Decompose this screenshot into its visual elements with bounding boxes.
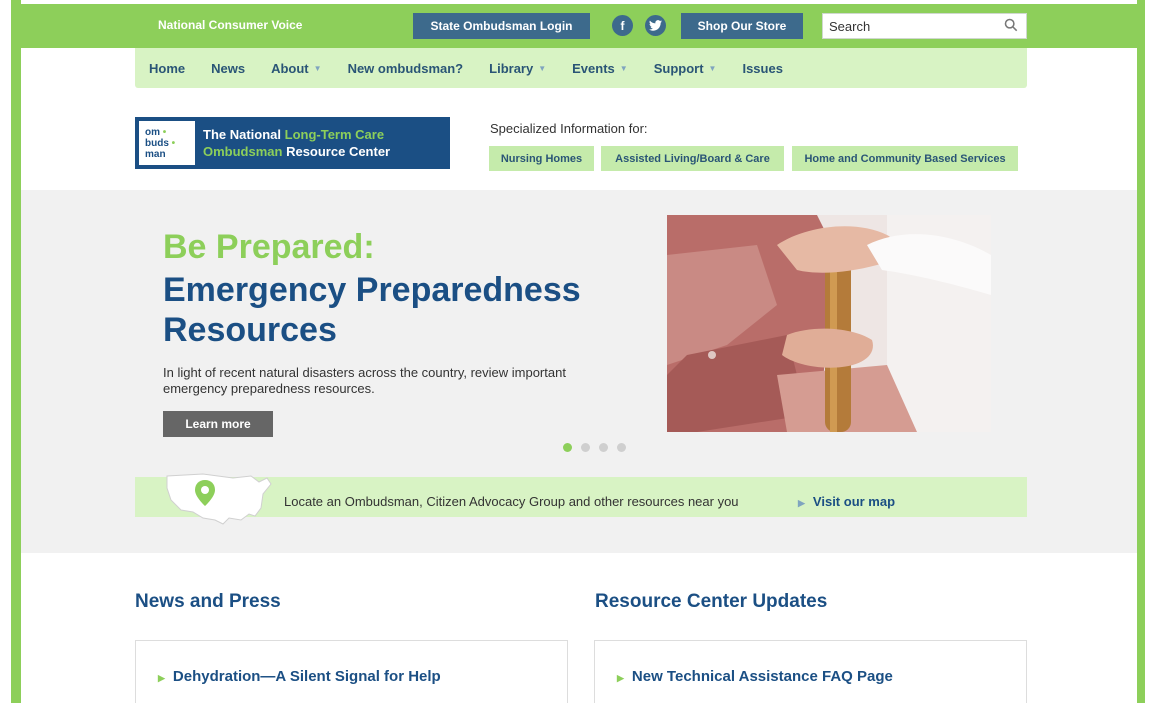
caret-down-icon: ▼ <box>538 63 547 73</box>
news-section-title: News and Press <box>135 591 281 612</box>
home-community-button[interactable]: Home and Community Based Services <box>792 146 1018 171</box>
map-band-text: Locate an Ombudsman, Citizen Advocacy Gr… <box>284 494 739 509</box>
nav-label: Home <box>149 60 186 76</box>
us-map-icon <box>166 473 272 525</box>
nav-new-ombudsman[interactable]: New ombudsman? <box>348 61 464 76</box>
visit-map-link[interactable]: ▶ Visit our map <box>798 494 895 509</box>
specialized-label: Specialized Information for: <box>490 121 648 136</box>
news-item-title: Dehydration—A Silent Signal for Help <box>172 668 441 685</box>
ombudsman-badge: om • buds • man <box>139 121 195 165</box>
hero-title-blue: Emergency Preparedness Resources <box>163 271 581 349</box>
nav-label: New ombudsman? <box>347 60 464 76</box>
carousel-dot-1[interactable] <box>563 443 572 452</box>
facebook-icon[interactable]: f <box>612 15 633 36</box>
hero-title-green: Be Prepared: <box>163 228 375 266</box>
hero-description: In light of recent natural disasters acr… <box>163 365 566 396</box>
frame-left-border <box>11 0 21 703</box>
learn-more-button[interactable]: Learn more <box>163 411 273 437</box>
logo-title: The National Long-Term Care Ombudsman Re… <box>203 126 390 160</box>
badge-text: om <box>145 126 160 138</box>
elderly-hands-cane-illustration <box>667 215 991 432</box>
carousel-dot-3[interactable] <box>599 443 608 452</box>
nav-label: News <box>211 60 246 76</box>
main-nav: Home News About ▼ New ombudsman? Library ▼… <box>135 48 1027 88</box>
assisted-living-button[interactable]: Assisted Living/Board & Care <box>601 146 784 171</box>
nav-support[interactable]: Support ▼ <box>654 61 717 76</box>
triangle-right-icon: ▶ <box>158 673 165 683</box>
nav-events[interactable]: Events ▼ <box>572 61 628 76</box>
nursing-homes-button[interactable]: Nursing Homes <box>489 146 594 171</box>
nav-home[interactable]: Home <box>149 61 185 76</box>
search-icon[interactable] <box>1004 18 1018 32</box>
caret-down-icon: ▼ <box>619 63 628 73</box>
nav-label: Library <box>489 60 534 76</box>
caret-down-icon: ▼ <box>708 63 717 73</box>
nav-label: About <box>271 60 309 76</box>
logo-text-green: Long-Term Care <box>284 127 385 142</box>
search-input[interactable] <box>823 18 993 34</box>
logo-text-white: The National <box>203 127 285 142</box>
triangle-right-icon: ▶ <box>617 673 624 683</box>
search-box <box>822 13 1027 39</box>
nav-label: Issues <box>742 60 783 76</box>
carousel-dot-2[interactable] <box>581 443 590 452</box>
resources-section-title: Resource Center Updates <box>595 591 828 612</box>
site-logo[interactable]: om • buds • man The National Long-Term C… <box>135 117 450 169</box>
ombudsman-login-button[interactable]: State Ombudsman Login <box>413 13 590 39</box>
badge-text: buds <box>145 137 169 149</box>
twitter-icon[interactable] <box>645 15 666 36</box>
resource-item-title: New Technical Assistance FAQ Page <box>631 668 893 685</box>
nav-library[interactable]: Library ▼ <box>489 61 546 76</box>
twitter-bird-glyph <box>649 20 662 31</box>
nav-label: Events <box>572 60 615 76</box>
triangle-right-icon: ▶ <box>798 498 805 508</box>
nav-issues[interactable]: Issues <box>742 61 782 76</box>
news-item-link[interactable]: ▶ Dehydration—A Silent Signal for Help <box>158 668 441 685</box>
dot-icon: • <box>171 137 176 149</box>
caret-down-icon: ▼ <box>313 63 322 73</box>
link-label: Visit our map <box>812 494 896 509</box>
nav-label: Support <box>653 60 704 76</box>
news-card: ▶ Dehydration—A Silent Signal for Help <box>135 640 568 703</box>
resource-item-link[interactable]: ▶ New Technical Assistance FAQ Page <box>617 668 893 685</box>
frame-right-border <box>1137 0 1145 703</box>
nav-news[interactable]: News <box>211 61 245 76</box>
consumer-voice-link[interactable]: National Consumer Voice <box>158 18 302 32</box>
logo-text-white: Resource Center <box>282 144 391 159</box>
logo-text-green: Ombudsman <box>203 144 283 159</box>
page-frame: National Consumer Voice State Ombudsman … <box>0 0 1152 703</box>
carousel-dots <box>563 443 635 452</box>
badge-text: man <box>145 148 166 160</box>
carousel-dot-4[interactable] <box>617 443 626 452</box>
shop-store-button[interactable]: Shop Our Store <box>681 13 803 39</box>
dot-icon: • <box>162 126 167 138</box>
nav-about[interactable]: About ▼ <box>271 61 321 76</box>
resources-card: ▶ New Technical Assistance FAQ Page <box>594 640 1027 703</box>
hero-photo <box>667 215 991 432</box>
